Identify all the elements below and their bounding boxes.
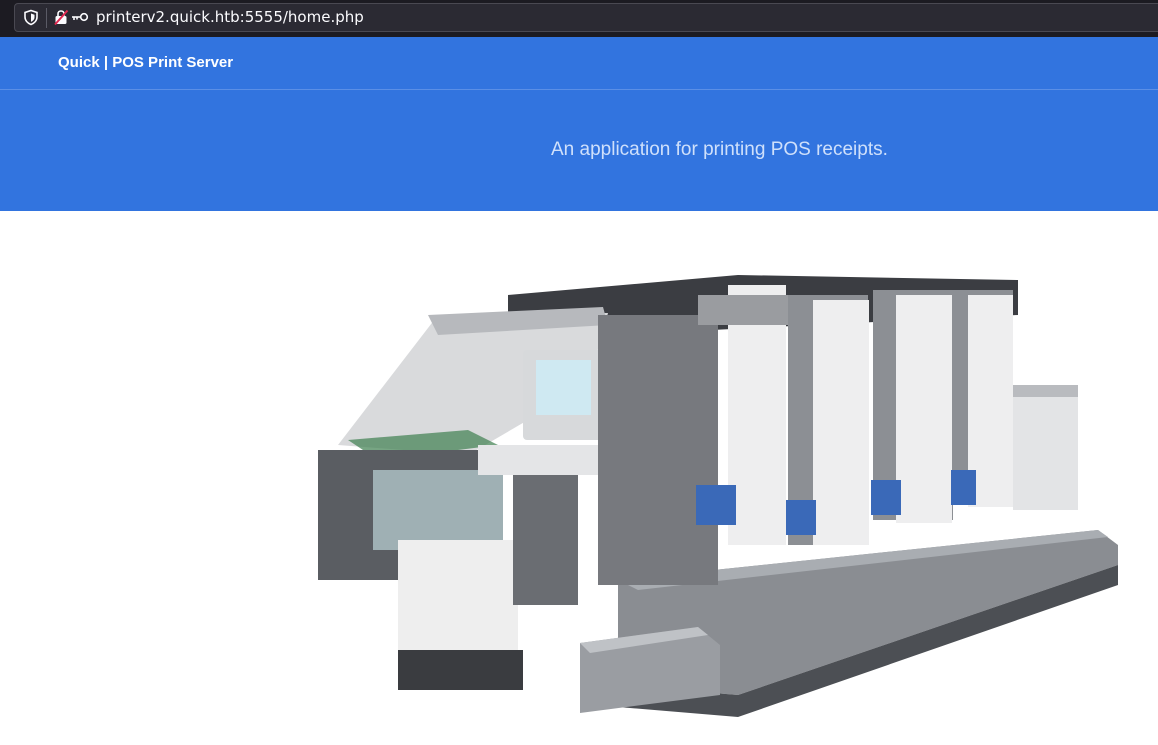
print-unit [871, 290, 953, 523]
site-navbar: Quick | POS Print Server [0, 37, 1158, 90]
url-text[interactable]: printerv2.quick.htb:5555/home.php [96, 8, 364, 27]
printing-press-image [318, 255, 1118, 720]
print-unit [786, 295, 869, 545]
printing-press-illustration [318, 275, 1118, 717]
shield-icon[interactable] [23, 9, 39, 26]
print-unit [951, 290, 1013, 507]
hero-tagline: An application for printing POS receipts… [551, 139, 888, 160]
key-icon[interactable] [71, 11, 89, 23]
toolbar-separator [46, 8, 47, 28]
print-unit [598, 285, 788, 585]
browser-toolbar: printerv2.quick.htb:5555/home.php [0, 0, 1158, 37]
hero-banner: An application for printing POS receipts… [0, 90, 1158, 211]
address-bar[interactable]: printerv2.quick.htb:5555/home.php [14, 3, 1158, 32]
brand-link[interactable]: Quick | POS Print Server [58, 54, 233, 71]
insecure-lock-icon[interactable] [53, 9, 69, 26]
